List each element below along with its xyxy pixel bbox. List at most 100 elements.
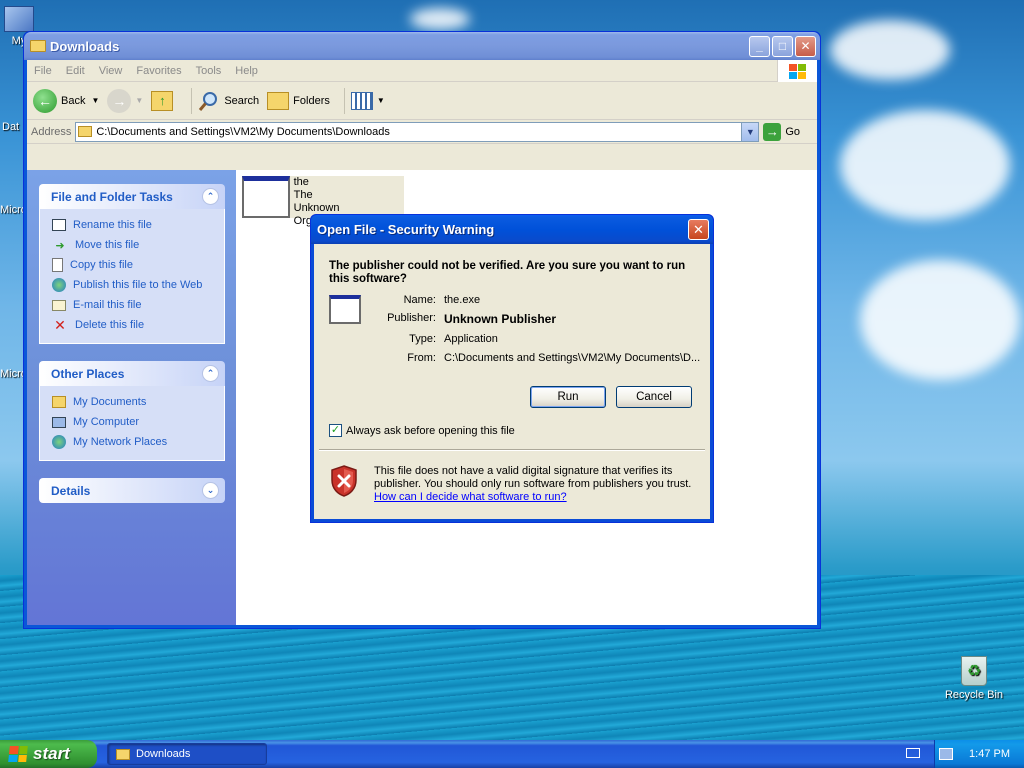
search-button[interactable]: Search	[198, 90, 259, 112]
back-label: Back	[61, 94, 86, 107]
panel-title: Details	[51, 483, 91, 498]
details-panel: Details ⌄	[39, 478, 225, 503]
go-label: Go	[785, 125, 801, 138]
email-icon	[52, 299, 66, 311]
taskbar-button-label: Downloads	[136, 748, 191, 760]
toolbar-separator	[343, 87, 345, 114]
type-value: Application	[444, 333, 498, 345]
task-pane: File and Folder Tasks ⌃ Rename this file…	[27, 170, 236, 625]
task-label: Rename this file	[73, 219, 152, 231]
forward-button[interactable]: → ▼	[107, 88, 143, 113]
from-label: From:	[407, 352, 436, 364]
explorer-titlebar[interactable]: Downloads _ □ ✕	[24, 32, 820, 60]
menu-view[interactable]: View	[92, 65, 130, 77]
cloud	[830, 20, 950, 80]
start-button[interactable]: start	[0, 740, 97, 768]
network-tray-icon[interactable]	[939, 748, 954, 760]
search-label: Search	[224, 94, 260, 107]
application-window-icon	[242, 176, 290, 218]
always-ask-checkbox-row[interactable]: ✓ Always ask before opening this file	[329, 424, 515, 437]
views-button[interactable]: ▼	[350, 91, 385, 110]
application-window-icon	[329, 295, 361, 324]
cancel-button[interactable]: Cancel	[616, 386, 692, 408]
go-arrow-icon: →	[763, 122, 782, 141]
desktop-icon-label: Dat	[2, 121, 20, 133]
menu-favorites[interactable]: Favorites	[129, 65, 188, 77]
menu-edit[interactable]: Edit	[59, 65, 92, 77]
chevron-up-icon[interactable]: ⌃	[202, 188, 219, 205]
menu-file[interactable]: File	[27, 65, 59, 77]
menu-help[interactable]: Help	[228, 65, 265, 77]
panel-header[interactable]: File and Folder Tasks ⌃	[39, 184, 225, 209]
run-button[interactable]: Run	[530, 386, 606, 408]
desktop-icon-label: Recycle Bin	[944, 689, 1004, 701]
my-network-places-link[interactable]: My Network Places	[52, 432, 224, 452]
chevron-down-icon[interactable]: ⌄	[202, 482, 219, 499]
rename-icon	[52, 219, 66, 231]
copy-file-link[interactable]: Copy this file	[52, 255, 224, 275]
menu-bar: File Edit View Favorites Tools Help	[27, 60, 817, 82]
start-label: start	[33, 744, 70, 763]
folders-label: Folders	[293, 94, 330, 107]
task-label: Move this file	[75, 239, 140, 251]
clock[interactable]: 1:47 PM	[969, 748, 1010, 760]
email-file-link[interactable]: E-mail this file	[52, 295, 224, 315]
panel-header[interactable]: Details ⌄	[39, 478, 225, 503]
my-computer-link[interactable]: My Computer	[52, 412, 224, 432]
my-documents-link[interactable]: My Documents	[52, 392, 224, 412]
dialog-close-button[interactable]: ✕	[688, 219, 709, 240]
security-warning-dialog: Open File - Security Warning ✕ The publi…	[310, 214, 714, 523]
type-row: Type: Application	[374, 333, 704, 345]
file-name: the	[293, 176, 309, 188]
my-documents-icon	[52, 396, 66, 408]
publish-web-link[interactable]: Publish this file to the Web	[52, 275, 224, 295]
always-ask-checkbox[interactable]: ✓	[329, 424, 342, 437]
folder-icon	[116, 748, 130, 760]
folders-button[interactable]: Folders	[267, 91, 330, 110]
keyboard-icon[interactable]	[906, 748, 920, 758]
cloud	[860, 260, 1020, 380]
taskbar-downloads-button[interactable]: Downloads	[107, 743, 267, 765]
computer-icon	[52, 416, 66, 428]
dialog-titlebar[interactable]: Open File - Security Warning ✕	[311, 215, 713, 244]
computer-icon	[4, 6, 34, 32]
chevron-up-icon[interactable]: ⌃	[202, 365, 219, 382]
toolbar-separator	[191, 87, 193, 114]
dialog-divider	[319, 449, 705, 451]
network-icon	[52, 435, 66, 449]
maximize-button[interactable]: □	[772, 35, 793, 57]
move-file-link[interactable]: ➜ Move this file	[52, 235, 224, 255]
dialog-body: The publisher could not be verified. Are…	[314, 244, 710, 519]
info-text: This file does not have a valid digital …	[374, 465, 692, 490]
data-desktop-icon[interactable]: Dat	[2, 121, 19, 133]
address-input[interactable]: C:\Documents and Settings\VM2\My Documen…	[75, 121, 760, 142]
recycle-bin-desktop-icon[interactable]: ♻ Recycle Bin	[942, 656, 1006, 701]
back-arrow-icon: ←	[33, 88, 57, 113]
task-label: My Network Places	[73, 436, 168, 448]
always-ask-label: Always ask before opening this file	[346, 424, 515, 437]
up-folder-button[interactable]: ↑	[151, 90, 177, 111]
go-button[interactable]: → Go	[763, 122, 801, 141]
panel-header[interactable]: Other Places ⌃	[39, 361, 225, 386]
chevron-down-icon[interactable]: ▼	[741, 122, 759, 141]
close-button[interactable]: ✕	[795, 35, 816, 57]
task-label: Copy this file	[70, 259, 133, 271]
minimize-button[interactable]: _	[749, 35, 770, 57]
taskbar: start Downloads 1:47 PM	[0, 740, 1024, 768]
file-item[interactable]: the The Unknown Organization	[242, 176, 404, 227]
rename-file-link[interactable]: Rename this file	[52, 215, 224, 235]
windows-logo-icon	[8, 746, 28, 762]
recycle-bin-icon: ♻	[961, 656, 987, 686]
menu-tools[interactable]: Tools	[189, 65, 229, 77]
copy-icon	[52, 258, 63, 272]
other-places-panel: Other Places ⌃ My Documents My Computer …	[39, 361, 225, 461]
chevron-down-icon[interactable]: ▼	[91, 96, 99, 105]
help-link[interactable]: How can I decide what software to run?	[374, 491, 567, 503]
delete-file-link[interactable]: ✕ Delete this file	[52, 315, 224, 335]
file-description: The	[293, 189, 313, 201]
chevron-down-icon[interactable]: ▼	[135, 96, 143, 105]
back-button[interactable]: ← Back ▼	[33, 88, 99, 113]
task-label: Delete this file	[75, 319, 145, 331]
panel-title: Other Places	[51, 366, 125, 381]
dialog-info: This file does not have a valid digital …	[374, 465, 704, 504]
